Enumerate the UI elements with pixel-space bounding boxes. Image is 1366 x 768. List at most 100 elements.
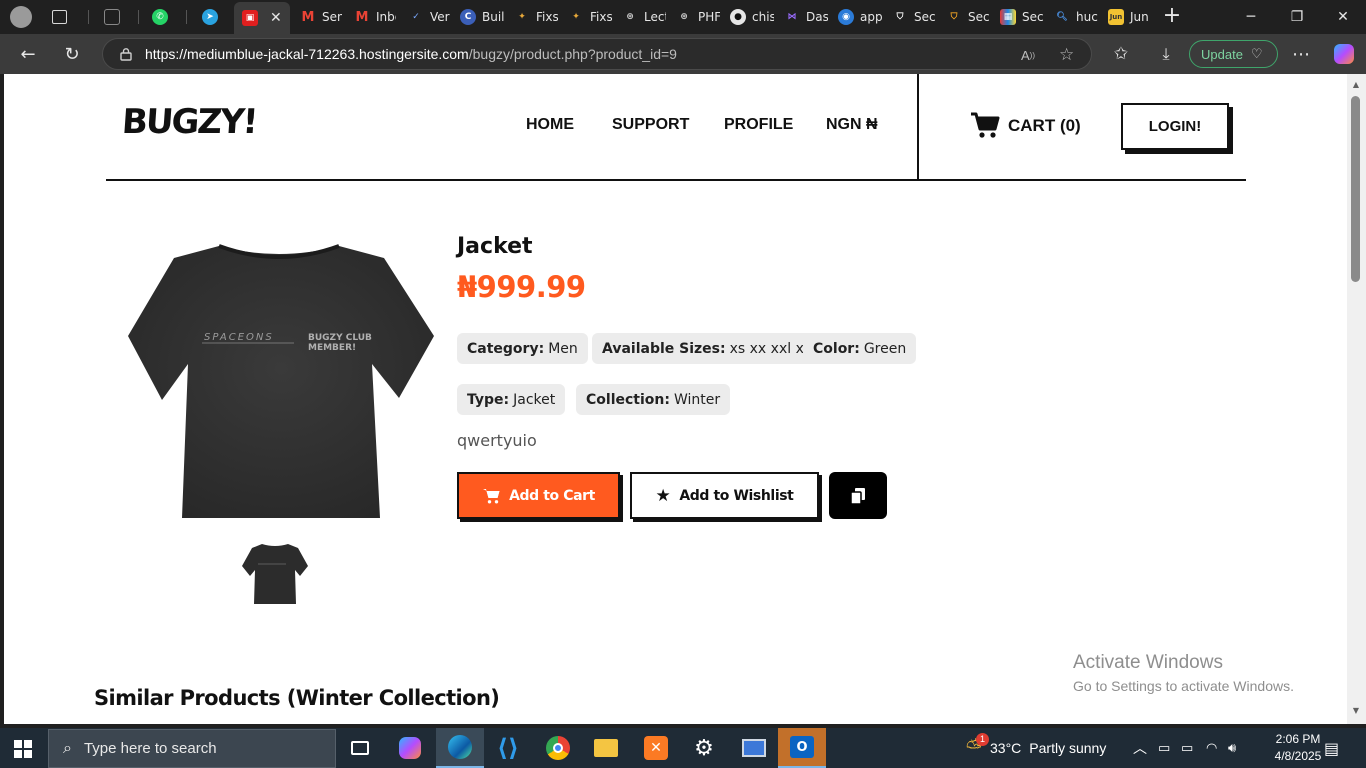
settings-taskbar-icon[interactable]: ⚙ xyxy=(680,728,728,768)
copilot-taskbar-icon[interactable] xyxy=(386,728,434,768)
tray-chevron-icon[interactable]: ︿ xyxy=(1133,728,1147,768)
more-menu-icon[interactable]: ⋯ xyxy=(1287,40,1315,68)
tab-17[interactable]: ▦ Sec xyxy=(992,4,1044,30)
restore-button[interactable]: ❐ xyxy=(1274,0,1320,34)
scroll-thumb[interactable] xyxy=(1351,96,1360,282)
tab-edge-sidebar[interactable] xyxy=(96,4,136,30)
security-icon: ▦ xyxy=(1000,9,1016,25)
browser-toolbar: ← ↻ https://mediumblue-jackal-712263.hos… xyxy=(0,34,1366,74)
refresh-button[interactable]: ↻ xyxy=(58,40,86,68)
add-to-wishlist-button[interactable]: ★ Add to Wishlist xyxy=(630,472,819,519)
edge-taskbar-icon[interactable] xyxy=(436,728,484,768)
product-description: qwertyuio xyxy=(457,431,537,450)
telegram-icon: ➤ xyxy=(202,9,218,25)
lock-icon xyxy=(120,48,132,61)
product-image[interactable]: SPACEONS BUGZY CLUB MEMBER! xyxy=(124,240,434,530)
task-view-icon[interactable] xyxy=(336,728,384,768)
build-icon: C xyxy=(460,9,476,25)
outlook-taskbar-icon[interactable]: O xyxy=(778,728,826,768)
shield-icon: ⛉ xyxy=(896,12,904,22)
update-button[interactable]: Update ♡ xyxy=(1189,40,1278,68)
product-title: Jacket xyxy=(457,234,533,259)
tab-12[interactable]: ● chis xyxy=(722,4,774,30)
tab-8[interactable]: ✦ Fixs xyxy=(506,4,558,30)
cart-label: CART (0) xyxy=(1008,115,1081,135)
tab-19[interactable]: Jun Jun xyxy=(1100,4,1152,30)
new-tab-button[interactable]: + xyxy=(1160,5,1184,29)
product-thumbnail[interactable] xyxy=(240,542,310,606)
site-logo[interactable]: BUGZY! xyxy=(121,102,258,142)
search-icon: ⌕ xyxy=(63,739,72,757)
dashboard-icon: ⋈ xyxy=(787,12,797,22)
volume-icon[interactable]: 🔊︎ xyxy=(1228,728,1236,768)
vercel-icon: ✓ xyxy=(412,12,420,22)
meet-now-icon[interactable]: ▭ xyxy=(1158,728,1170,768)
file-explorer-taskbar-icon[interactable] xyxy=(582,728,630,768)
tab-7[interactable]: C Buil xyxy=(452,4,504,30)
taskbar-search-input[interactable]: ⌕ Type here to search xyxy=(48,729,336,768)
health-icon: ♡ xyxy=(1250,46,1263,61)
tab-10[interactable]: ⊛Lect xyxy=(614,4,666,30)
chrome-taskbar-icon[interactable] xyxy=(534,728,582,768)
tab-whatsapp[interactable]: ✆ xyxy=(144,4,184,30)
openai-icon: ⊛ xyxy=(626,12,634,22)
page-viewport: BUGZY! HOME SUPPORT PROFILE NGN ₦ CART (… xyxy=(4,74,1347,724)
tab-actions-icon[interactable] xyxy=(52,10,67,24)
close-window-button[interactable]: ✕ xyxy=(1320,0,1366,34)
page-scrollbar[interactable]: ▲ ▼ xyxy=(1347,74,1366,724)
weather-widget[interactable]: ⛅︎ 1 33°C Partly sunny xyxy=(966,728,1106,768)
tab-18[interactable]: 🔍︎ huc xyxy=(1046,4,1098,30)
read-aloud-icon[interactable]: A)) xyxy=(1021,39,1035,71)
close-tab-icon[interactable]: ✕ xyxy=(270,10,282,26)
tab-13[interactable]: ⋈ Das xyxy=(776,4,829,30)
favorite-star-icon[interactable]: ☆ xyxy=(1059,39,1074,71)
profile-avatar[interactable] xyxy=(10,6,32,28)
downloads-icon[interactable]: ⤓ xyxy=(1152,40,1180,68)
copilot-icon[interactable] xyxy=(1330,40,1358,68)
copy-link-button[interactable] xyxy=(829,472,887,519)
taskbar-clock[interactable]: 2:06 PM 4/8/2025 xyxy=(1270,731,1326,765)
remote-desktop-taskbar-icon[interactable] xyxy=(730,728,778,768)
tab-6[interactable]: ✓Verc xyxy=(400,4,450,30)
tab-11[interactable]: ⊛ PHF xyxy=(668,4,720,30)
tab-4[interactable]: M Sen xyxy=(292,4,342,30)
similar-products-heading: Similar Products (Winter Collection) xyxy=(94,686,500,710)
tab-15[interactable]: ⛉ Sec xyxy=(884,4,936,30)
wifi-icon[interactable]: ◠ xyxy=(1206,728,1217,768)
minimize-button[interactable]: ─ xyxy=(1228,0,1274,34)
app-icon: ◉ xyxy=(838,9,854,25)
cart-link[interactable]: CART (0) xyxy=(970,112,1081,139)
xampp-taskbar-icon[interactable]: ✕ xyxy=(632,728,680,768)
url-host: https://mediumblue-jackal-712263.hosting… xyxy=(145,46,469,62)
add-to-cart-button[interactable]: Add to Cart xyxy=(457,472,620,519)
scroll-down-arrow[interactable]: ▼ xyxy=(1351,706,1361,715)
tab-telegram[interactable]: ➤ xyxy=(194,4,234,30)
copy-icon xyxy=(850,487,865,505)
fixs-icon: ✦ xyxy=(572,12,580,22)
jun-icon: Jun xyxy=(1108,9,1124,25)
nav-profile[interactable]: PROFILE xyxy=(724,116,793,134)
active-site-icon: ▣ xyxy=(242,10,258,26)
scroll-up-arrow[interactable]: ▲ xyxy=(1351,80,1361,89)
tab-16[interactable]: ⛉ Sec xyxy=(938,4,990,30)
product-price: ₦999.99 xyxy=(457,270,586,304)
nav-currency[interactable]: NGN ₦ xyxy=(826,116,878,134)
tab-5[interactable]: MInbo xyxy=(346,4,396,30)
nav-support[interactable]: SUPPORT xyxy=(612,116,689,134)
vscode-taskbar-icon[interactable]: ⟨⟩ xyxy=(484,728,532,768)
notifications-icon[interactable]: ▤ xyxy=(1324,728,1339,768)
url-path: /bugzy/product.php?product_id=9 xyxy=(468,46,677,62)
header-rule xyxy=(106,179,1246,181)
search-icon: 🔍︎ xyxy=(1056,12,1068,22)
favorites-icon[interactable]: ✩ xyxy=(1107,40,1135,68)
battery-icon[interactable]: ▭ xyxy=(1181,728,1193,768)
windows-start-icon[interactable] xyxy=(14,740,32,758)
nav-home[interactable]: HOME xyxy=(526,116,574,134)
address-bar[interactable]: https://mediumblue-jackal-712263.hosting… xyxy=(102,38,1092,70)
back-button[interactable]: ← xyxy=(14,40,42,68)
tab-9[interactable]: ✦ Fixs xyxy=(560,4,612,30)
gmail-icon: M xyxy=(301,9,315,25)
tab-14[interactable]: ◉ app xyxy=(830,4,882,30)
login-button[interactable]: LOGIN! xyxy=(1121,103,1229,150)
tab-active-bugzy[interactable]: ▣ ✕ xyxy=(234,2,290,34)
